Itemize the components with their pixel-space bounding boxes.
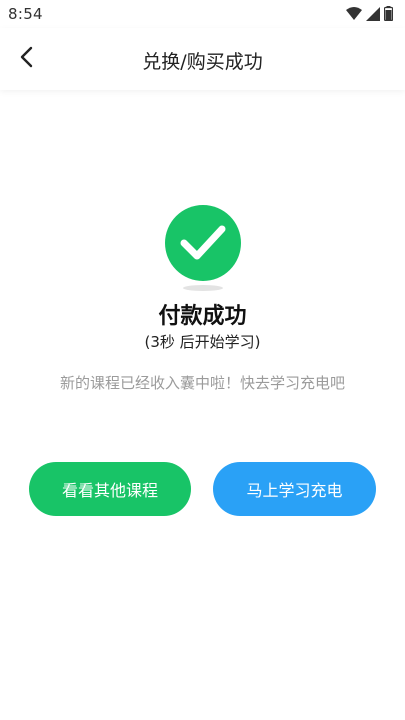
countdown-text: (3秒 后开始学习) [144, 333, 261, 351]
wifi-icon [346, 6, 362, 25]
navigation-bar: 兑换/购买成功 [0, 28, 405, 90]
battery-icon [383, 6, 394, 25]
status-bar: 8:54 [0, 0, 405, 28]
page-title: 兑换/购买成功 [142, 51, 263, 73]
start-learning-label: 马上学习充电 [246, 481, 343, 500]
result-title: 付款成功 [158, 304, 247, 329]
result-message: 新的课程已经收入囊中啦！快去学习充电吧 [59, 374, 345, 392]
signal-icon [366, 6, 380, 25]
start-learning-button[interactable]: 马上学习充电 [213, 462, 376, 516]
browse-other-courses-label: 看看其他课程 [61, 481, 158, 500]
status-icons [346, 6, 394, 25]
browse-other-courses-button[interactable]: 看看其他课程 [29, 462, 191, 516]
check-circle-icon [165, 205, 241, 281]
status-time: 8:54 [8, 5, 43, 23]
success-icon-shadow [183, 285, 223, 291]
